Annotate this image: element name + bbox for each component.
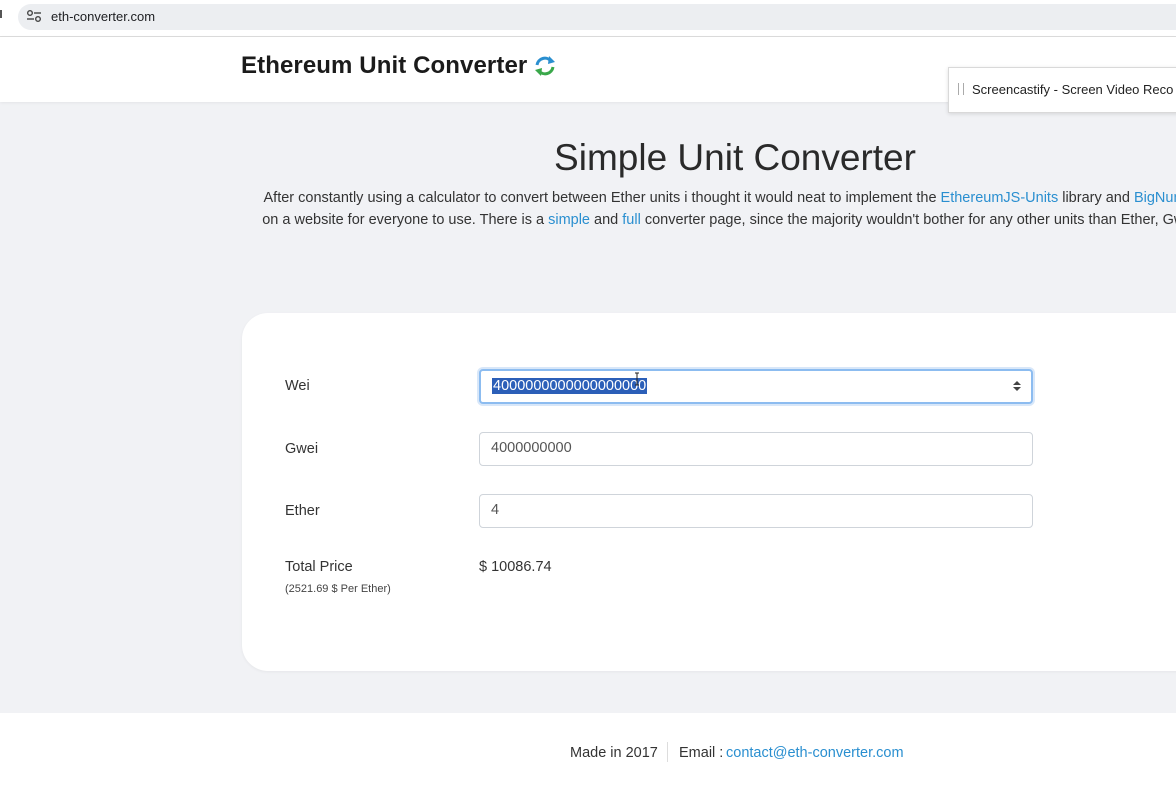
total-price-label: Total Price [285,559,353,575]
text-cursor-icon [635,372,639,386]
wei-label: Wei [285,378,310,394]
converter-card [242,313,1176,671]
gwei-label: Gwei [285,441,319,457]
bignumber-link[interactable]: BigNumber [1134,190,1176,206]
extension-label[interactable]: Screencastify - Screen Video Reco [972,82,1173,97]
full-link[interactable]: full [622,212,641,228]
per-ether-rate: (2521.69 $ Per Ether) [285,583,391,595]
extension-popup[interactable]: Screencastify - Screen Video Reco [948,67,1176,113]
site-settings-icon[interactable] [26,9,42,23]
intro-text: library and [1058,190,1134,206]
ether-label: Ether [285,503,320,519]
total-price-value: $ 10086.74 [479,559,552,575]
intro-text: on a website for everyone to use. There … [262,212,549,228]
email-label: Email : [679,745,724,761]
made-in-text: Made in 2017 [570,745,658,761]
intro-line-1: After constantly using a calculator to c… [0,190,1176,206]
url-text[interactable]: eth-converter.com [51,9,155,24]
drag-handle-icon[interactable] [958,83,964,95]
footer-divider [667,742,668,762]
intro-line-2: on a website for everyone to use. There … [0,212,1176,228]
gwei-input[interactable]: 4000000000 [479,432,1033,466]
ether-input[interactable]: 4 [479,494,1033,528]
tab-edge [0,10,2,18]
refresh-icon [535,56,555,76]
intro-text: and [590,212,623,228]
address-bar[interactable] [18,4,1176,30]
gwei-value[interactable]: 4000000000 [491,440,572,456]
number-spinner-icon[interactable] [1012,380,1022,392]
page-title: Simple Unit Converter [554,137,916,178]
email-link[interactable]: contact@eth-converter.com [726,745,904,761]
wei-input[interactable]: 4000000000000000000 [479,369,1033,404]
browser-toolbar: eth-converter.com [0,0,1176,37]
intro-text: converter page, since the majority would… [640,212,1176,228]
brand-title[interactable]: Ethereum Unit Converter [241,52,527,80]
ether-value[interactable]: 4 [491,502,499,518]
ethereumjs-units-link[interactable]: EthereumJS-Units [941,190,1059,206]
wei-value[interactable]: 4000000000000000000 [492,378,648,394]
intro-text: After constantly using a calculator to c… [263,190,941,206]
simple-link[interactable]: simple [548,212,590,228]
